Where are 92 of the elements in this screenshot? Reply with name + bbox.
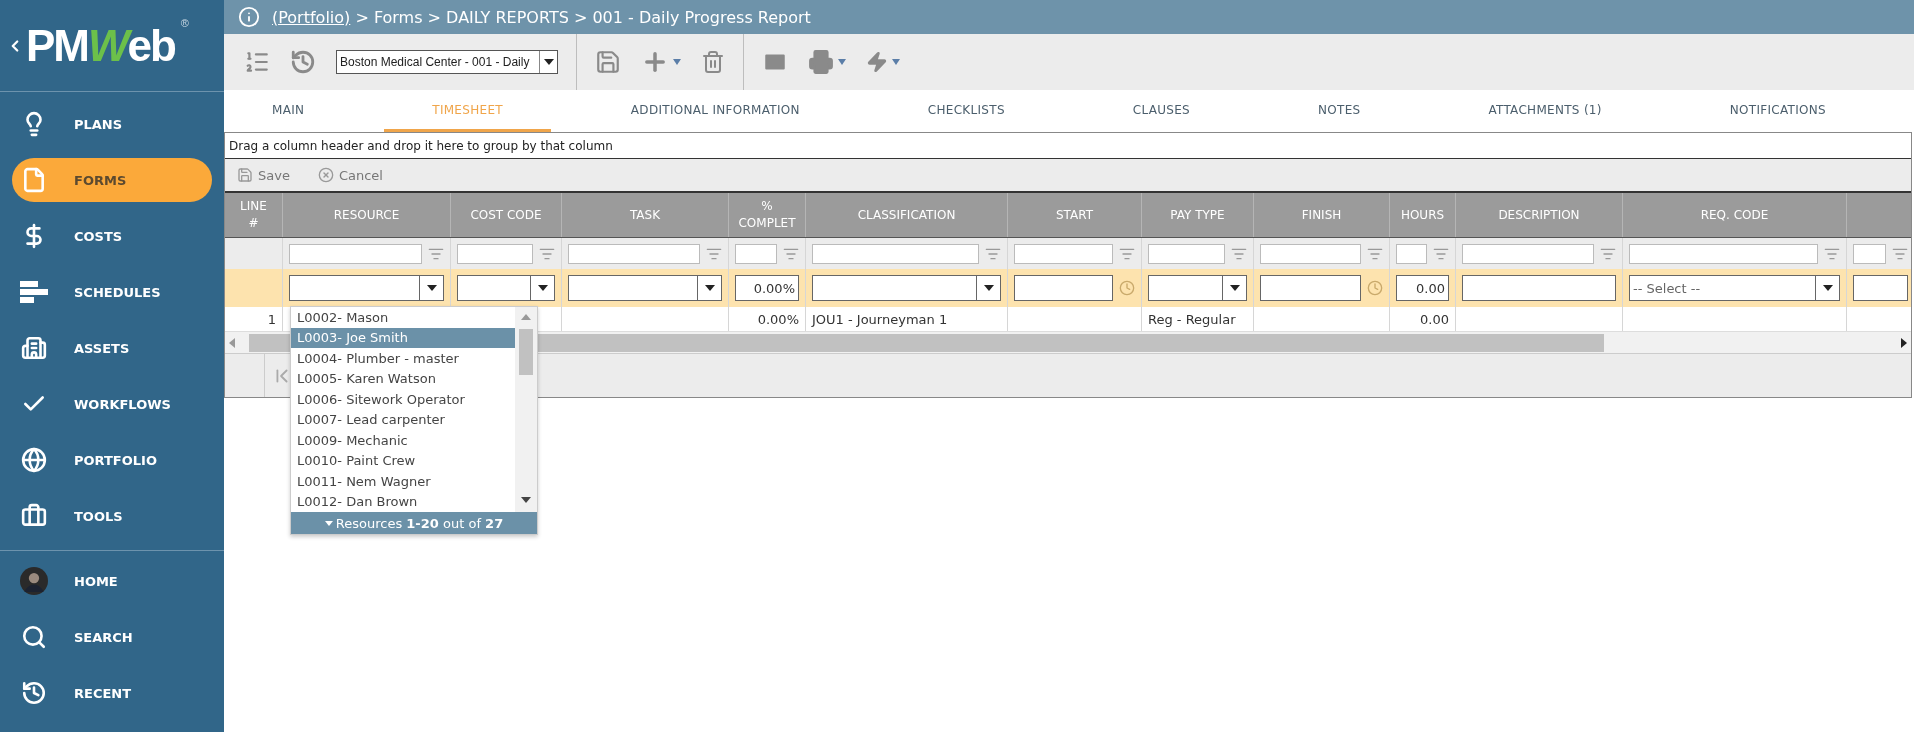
combo-field[interactable]: -- Select --: [1629, 275, 1840, 301]
nav-item[interactable]: PORTFOLIO: [12, 438, 212, 482]
save-button[interactable]: Save: [237, 167, 290, 183]
logo: PMWeb®: [26, 20, 189, 71]
results-count: Resources 1-20 out of 27: [335, 515, 504, 531]
tab[interactable]: MAIN: [224, 90, 353, 132]
tab[interactable]: CHECKLISTS: [879, 90, 1053, 132]
table-cell: 1: [267, 311, 276, 327]
caret-icon: [426, 285, 437, 291]
button-label: Cancel: [338, 167, 383, 183]
input-field[interactable]: 0.00: [1396, 275, 1449, 301]
combo-field[interactable]: [568, 275, 722, 301]
table-cell: 0.00: [1420, 311, 1449, 327]
nav-item[interactable]: TOOLS: [12, 494, 212, 538]
printer-icon: [808, 49, 834, 75]
filter-field[interactable]: [457, 243, 533, 264]
caret-icon: [324, 520, 333, 526]
nav-item[interactable]: ASSETS: [12, 326, 212, 370]
time-field[interactable]: [1014, 275, 1113, 301]
combo-field[interactable]: [289, 275, 444, 301]
time-field[interactable]: [1260, 275, 1361, 301]
caret-icon: [704, 285, 715, 291]
input-field[interactable]: [1853, 275, 1908, 301]
briefcase-icon: [21, 503, 47, 529]
input-field[interactable]: [1462, 275, 1616, 301]
nav-item[interactable]: FORMS: [12, 158, 212, 202]
input-field[interactable]: 0.00%: [735, 275, 799, 301]
save-icon: [237, 167, 253, 183]
clock-icon[interactable]: [1119, 280, 1135, 296]
table-cell: 0.00%: [757, 311, 799, 327]
caret-icon[interactable]: [892, 59, 900, 65]
table-cell: Reg - Regular: [1148, 311, 1236, 327]
tab[interactable]: NOTIFICATIONS: [1681, 90, 1874, 132]
nav-item[interactable]: HOME: [12, 559, 212, 603]
tab[interactable]: NOTES: [1270, 90, 1409, 132]
trash-icon[interactable]: [701, 50, 725, 74]
caret-icon: [537, 285, 548, 291]
vertical-scrollbar[interactable]: [515, 307, 537, 512]
caret-icon: [983, 285, 994, 291]
clock-icon[interactable]: [1367, 280, 1383, 296]
combo-field[interactable]: [1148, 275, 1247, 301]
filter-field[interactable]: [1260, 243, 1361, 264]
nav-item[interactable]: RECENT: [12, 671, 212, 715]
filter-field[interactable]: [1148, 243, 1225, 264]
breadcrumb-link[interactable]: (Portfolio): [272, 7, 351, 27]
save-icon[interactable]: [595, 49, 621, 75]
breadcrumb: (Portfolio) > Forms > DAILY REPORTS > 001 - Daily Progress Report: [272, 7, 811, 27]
combo-field[interactable]: [457, 275, 555, 301]
history-icon: [21, 680, 47, 706]
filter-field[interactable]: [289, 243, 422, 264]
filter-field[interactable]: [735, 243, 777, 264]
tab[interactable]: ATTACHMENTS (1): [1440, 90, 1650, 132]
dropdown-option[interactable]: L0002- Mason: [291, 307, 515, 328]
lightning-button[interactable]: [866, 51, 900, 73]
tab[interactable]: CLAUSES: [1084, 90, 1239, 132]
numbered-list-icon[interactable]: [244, 49, 270, 75]
globe-icon: [21, 447, 47, 473]
caret-icon: [1822, 285, 1833, 291]
bars-icon: [20, 280, 48, 304]
print-button[interactable]: [808, 49, 846, 75]
nav-item[interactable]: PLANS: [12, 102, 212, 146]
search-icon: [21, 624, 47, 650]
document-icon: [21, 167, 47, 193]
filter-field[interactable]: [568, 243, 700, 264]
table-cell: JOU1 - Journeyman 1: [812, 311, 948, 327]
building-icon: [21, 335, 47, 361]
caret-icon: [543, 59, 554, 65]
history-icon[interactable]: [290, 49, 316, 75]
nav-item[interactable]: SEARCH: [12, 615, 212, 659]
dropdown-option[interactable]: L0003- Joe Smith: [291, 327, 515, 348]
tab[interactable]: ADDITIONAL INFORMATION: [582, 90, 848, 132]
info-icon[interactable]: [238, 6, 260, 28]
caret-icon[interactable]: [673, 59, 681, 65]
lightning-icon: [866, 51, 888, 73]
scroll-right-icon[interactable]: [1901, 337, 1907, 348]
cancel-button[interactable]: Cancel: [317, 167, 383, 183]
nav-item[interactable]: COSTS: [12, 214, 212, 258]
nav-item[interactable]: WORKFLOWS: [12, 382, 212, 426]
filter-field[interactable]: [1629, 243, 1818, 264]
caret-icon: [1229, 285, 1240, 291]
cancel-icon: [317, 167, 334, 183]
nav-item[interactable]: SCHEDULES: [12, 270, 212, 314]
scroll-left-icon[interactable]: [229, 337, 235, 348]
record-select[interactable]: Boston Medical Center - 001 - Daily: [336, 50, 558, 74]
filter-field[interactable]: [1853, 243, 1886, 264]
filter-field[interactable]: [812, 243, 979, 264]
combo-field[interactable]: [812, 275, 1001, 301]
filter-field[interactable]: [1462, 243, 1594, 264]
filter-field[interactable]: [1396, 243, 1427, 264]
button-label: Save: [258, 167, 290, 183]
caret-icon[interactable]: [838, 59, 846, 65]
filter-field[interactable]: [1014, 243, 1113, 264]
